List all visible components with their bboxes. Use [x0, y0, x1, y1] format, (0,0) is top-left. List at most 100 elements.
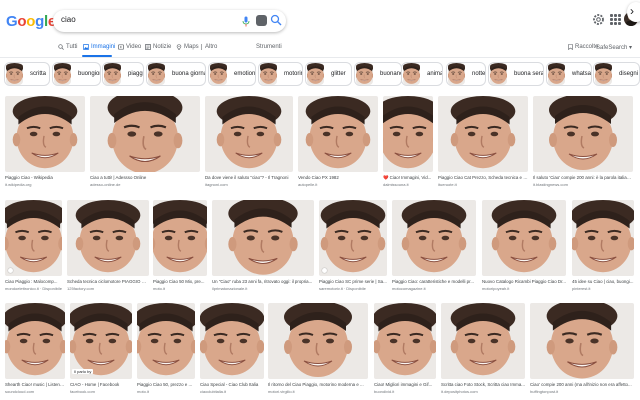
result-thumbnail[interactable]: [90, 96, 200, 172]
tab-all[interactable]: Tutti: [58, 44, 77, 50]
image-result[interactable]: Ciao! Migliori immagini e Gif... buondivi…: [374, 303, 436, 399]
image-result[interactable]: Il saluto 'Ciao' compie 200 anni: è la p…: [533, 96, 633, 192]
result-thumbnail[interactable]: [383, 96, 433, 172]
result-title[interactable]: Piaggio Ciao 50 Mix, pre...: [153, 279, 207, 284]
result-thumbnail[interactable]: [572, 200, 634, 276]
microphone-icon[interactable]: [242, 16, 250, 27]
result-thumbnail[interactable]: [533, 96, 633, 172]
result-source[interactable]: 125factory.com: [67, 286, 149, 291]
result-source[interactable]: it.wikipedia.org: [5, 182, 85, 187]
result-source[interactable]: motoripoyeah.it: [482, 286, 566, 291]
image-result[interactable]: Ciao' compie 200 anni (ma all'inizio non…: [530, 303, 634, 399]
image-result[interactable]: Piaggio Ciao - Wikipedia it.wikipedia.org: [5, 96, 85, 192]
result-source[interactable]: moto.it: [137, 389, 195, 394]
result-source[interactable]: moto.it: [153, 286, 207, 291]
image-result[interactable]: Piaggio Ciao 50, prezzo e ... moto.it: [137, 303, 195, 399]
result-source[interactable]: facebook.com: [70, 389, 132, 394]
result-thumbnail[interactable]: [438, 96, 528, 172]
image-result[interactable]: Piaggio Ciao Cat Prezzo, Scheda tecnica …: [438, 96, 528, 192]
result-title[interactable]: Ciao a tutti! | Adessso Online: [90, 175, 200, 180]
search-query[interactable]: ciao: [61, 15, 76, 24]
result-thumbnail[interactable]: [5, 303, 65, 379]
image-result[interactable]: Scritta ciao Foto Stock, Scritta ciao Im…: [441, 303, 525, 399]
related-search-chip[interactable]: piaggio: [102, 62, 144, 86]
result-source[interactable]: ciaoclubitalia.it: [200, 389, 264, 394]
image-result[interactable]: Piaggio Ciao SC prime serie | Sa... sarem…: [319, 200, 387, 296]
result-source[interactable]: pinterest.it: [572, 286, 634, 291]
result-thumbnail[interactable]: [298, 96, 378, 172]
related-search-chip[interactable]: motorino: [258, 62, 303, 86]
safesearch-toggle[interactable]: SafeSearch ▾: [596, 44, 632, 51]
tab-maps[interactable]: Maps: [176, 44, 199, 50]
result-thumbnail[interactable]: [392, 200, 476, 276]
result-thumbnail[interactable]: [67, 200, 149, 276]
result-title[interactable]: 45 idee su Ciao | ciao, buongi...: [572, 279, 634, 284]
image-result[interactable]: Nuovo Catalogo Ricambi Piaggio Ciao Dr..…: [482, 200, 566, 296]
image-result[interactable]: Il ritorno del Ciao Piaggio, motorino mo…: [268, 303, 368, 399]
google-logo[interactable]: Google: [6, 13, 56, 30]
result-title[interactable]: Ciao' compie 200 anni (ma all'inizio non…: [530, 382, 634, 387]
related-search-chip[interactable]: emotion: [208, 62, 256, 86]
related-search-chip[interactable]: animato: [401, 62, 443, 86]
result-title[interactable]: Nuovo Catalogo Ricambi Piaggio Ciao Dr..…: [482, 279, 566, 284]
result-title[interactable]: Il ritorno del Ciao Piaggio, motorino mo…: [268, 382, 368, 387]
image-result[interactable]: Ciao a tutti! | Adessso Online adesso-onl…: [90, 96, 200, 192]
result-source[interactable]: itagnoni.com: [205, 182, 293, 187]
result-title[interactable]: Il saluto 'Ciao' compie 200 anni: è la p…: [533, 175, 633, 180]
result-thumbnail[interactable]: [5, 96, 85, 172]
result-source[interactable]: mondoelettronico.it · Disponibile: [5, 286, 62, 291]
image-result[interactable]: Piaggio Ciao 50 Mix, pre... moto.it: [153, 200, 207, 296]
related-search-chip[interactable]: whatsapp: [546, 62, 592, 86]
related-search-chip[interactable]: buona serata: [488, 62, 544, 86]
result-source[interactable]: ilprimatonazionale.it: [212, 286, 314, 291]
tab-video[interactable]: Video: [118, 44, 141, 50]
gear-icon[interactable]: [592, 13, 605, 26]
result-thumbnail[interactable]: [5, 200, 62, 276]
tab-images[interactable]: Immagini: [83, 44, 115, 50]
image-result[interactable]: Piaggio Ciao: caratteristiche e modelli …: [392, 200, 476, 296]
result-title[interactable]: Vendo Ciao PX 1982: [298, 175, 378, 180]
image-result[interactable]: Vendo Ciao PX 1982 autopelle.it: [298, 96, 378, 192]
related-search-chip[interactable]: glitter: [305, 62, 352, 86]
result-source[interactable]: itueruote.it: [438, 182, 528, 187]
result-source[interactable]: saremotoriv.it · Disponibile: [319, 286, 387, 291]
result-title[interactable]: Scritta ciao Foto Stock, Scritta ciao Im…: [441, 382, 525, 387]
result-source[interactable]: huffingtonpost.it: [530, 389, 634, 394]
image-result[interactable]: ❤️ Ciao! Immagini, Vid... dalmissouna.it: [383, 96, 433, 192]
result-thumbnail[interactable]: [441, 303, 525, 379]
related-search-chip[interactable]: scritta: [4, 62, 50, 86]
result-source[interactable]: motori.virgilio.it: [268, 389, 368, 394]
related-search-chip[interactable]: notte: [446, 62, 486, 86]
related-search-chip[interactable]: buongiorno: [52, 62, 101, 86]
result-title[interactable]: Piaggio Ciao: caratteristiche e modelli …: [392, 279, 476, 284]
result-thumbnail[interactable]: [70, 303, 132, 379]
image-result[interactable]: CIAO - Home | Facebook facebook.com Il par…: [70, 303, 132, 399]
tab-news[interactable]: Notizie: [145, 44, 171, 50]
result-title[interactable]: Ciao Special - Ciao Club Italia: [200, 382, 264, 387]
result-thumbnail[interactable]: [200, 303, 264, 379]
apps-grid-icon[interactable]: [610, 14, 621, 25]
image-result[interactable]: Shearth Ciao! music | Listen t... soundcl…: [5, 303, 65, 399]
image-result[interactable]: Ciao Piaggio : Malocomp... mondoelettroni…: [5, 200, 62, 296]
image-result[interactable]: 45 idee su Ciao | ciao, buongi... pintere…: [572, 200, 634, 296]
result-thumbnail[interactable]: [137, 303, 195, 379]
result-title[interactable]: Da dove viene il saluto "ciao"? - Il Tra…: [205, 175, 293, 180]
result-title[interactable]: Ciao! Migliori immagini e Gif...: [374, 382, 436, 387]
result-thumbnail[interactable]: [268, 303, 368, 379]
result-thumbnail[interactable]: [153, 200, 207, 276]
related-search-chip[interactable]: buonanotte: [354, 62, 402, 86]
google-lens-icon[interactable]: [256, 15, 267, 26]
result-source[interactable]: adesso-online.de: [90, 182, 200, 187]
result-title[interactable]: Scheda tecnica ciclomotore PIAGGIO Ci...: [67, 279, 149, 284]
result-thumbnail[interactable]: [212, 200, 314, 276]
result-source[interactable]: motocomagazine.it: [392, 286, 476, 291]
search-input[interactable]: ciao: [53, 10, 286, 32]
result-source[interactable]: it.blastingnews.com: [533, 182, 633, 187]
tab-more[interactable]: Altro: [200, 44, 217, 50]
result-thumbnail[interactable]: [374, 303, 436, 379]
result-title[interactable]: Piaggio Ciao - Wikipedia: [5, 175, 85, 180]
chips-next-button[interactable]: ›: [627, 2, 640, 22]
result-title[interactable]: Piaggio Ciao SC prime serie | Sa...: [319, 279, 387, 284]
result-title[interactable]: Piaggio Ciao Cat Prezzo, Scheda tecnica …: [438, 175, 528, 180]
result-title[interactable]: Shearth Ciao! music | Listen t...: [5, 382, 65, 387]
